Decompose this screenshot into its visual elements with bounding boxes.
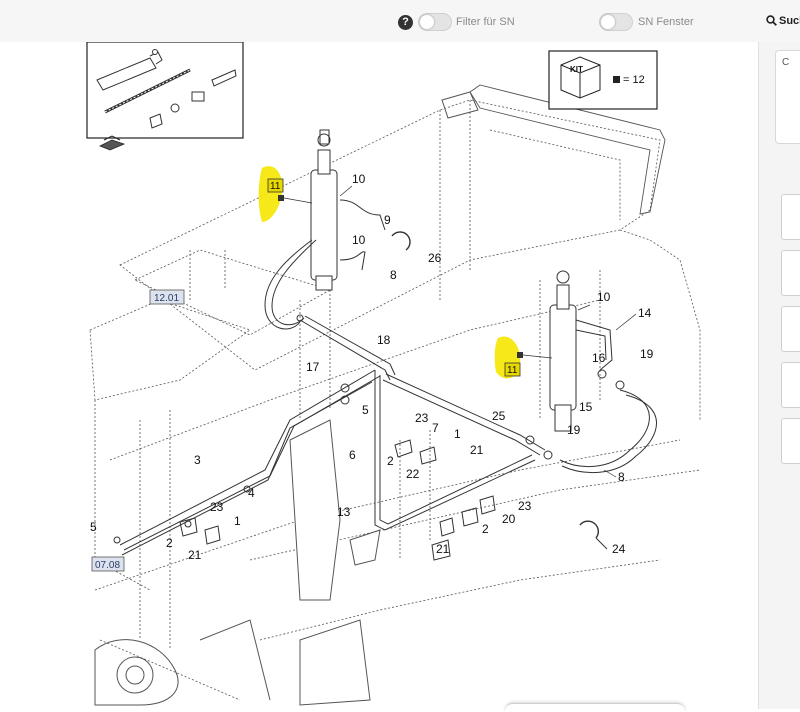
bottom-panel-edge <box>505 703 685 712</box>
svg-text:19: 19 <box>567 423 581 437</box>
reference-label[interactable]: 07.08 <box>95 560 120 571</box>
svg-text:25: 25 <box>492 409 506 423</box>
info-card[interactable]: C <box>775 50 800 144</box>
svg-text:23: 23 <box>210 500 224 514</box>
side-item[interactable] <box>781 250 800 296</box>
svg-text:17: 17 <box>306 360 320 374</box>
svg-text:10: 10 <box>352 172 366 186</box>
parts-diagram[interactable]: 11 11 10 9 10 8 26 18 17 5 23 7 1 21 2 2… <box>0 42 758 709</box>
search-icon <box>766 15 777 26</box>
svg-text:21: 21 <box>470 443 484 457</box>
svg-text:18: 18 <box>377 333 391 347</box>
kit-title: KIT <box>570 65 583 74</box>
svg-text:21: 21 <box>188 548 202 562</box>
svg-text:10: 10 <box>352 233 366 247</box>
search-label: Such <box>779 15 800 27</box>
svg-text:16: 16 <box>592 351 606 365</box>
filter-sn-label: Filter für SN <box>456 16 515 28</box>
card-label: C <box>782 57 790 68</box>
search-button[interactable]: Such <box>766 15 800 27</box>
svg-text:5: 5 <box>362 403 369 417</box>
svg-text:3: 3 <box>194 453 201 467</box>
svg-text:8: 8 <box>390 268 397 282</box>
kit-legend: KIT = 12 <box>548 50 658 110</box>
parts-inset <box>86 42 244 151</box>
right-panel: C <box>758 42 800 709</box>
toggle-knob <box>601 15 615 29</box>
toggle-knob <box>420 15 434 29</box>
help-icon[interactable]: ? <box>398 15 413 30</box>
svg-text:26: 26 <box>428 251 442 265</box>
reference-label[interactable]: 12.01 <box>154 293 179 304</box>
svg-text:19: 19 <box>640 347 654 361</box>
svg-text:22: 22 <box>406 467 420 481</box>
svg-text:6: 6 <box>349 448 356 462</box>
side-item[interactable] <box>781 362 800 408</box>
svg-text:1: 1 <box>234 514 241 528</box>
svg-text:15: 15 <box>579 400 593 414</box>
svg-text:21: 21 <box>436 542 450 556</box>
svg-text:8: 8 <box>618 470 625 484</box>
svg-text:23: 23 <box>518 499 532 513</box>
highlight-label[interactable]: 11 <box>270 181 281 192</box>
kit-count: = 12 <box>623 74 645 86</box>
side-item[interactable] <box>781 418 800 464</box>
svg-text:1: 1 <box>454 427 461 441</box>
side-item[interactable] <box>781 194 800 240</box>
top-toolbar: ? Filter für SN SN Fenster Such <box>0 0 800 43</box>
svg-text:5: 5 <box>90 520 97 534</box>
svg-text:10: 10 <box>597 290 611 304</box>
filter-sn-toggle[interactable] <box>418 13 452 31</box>
svg-text:9: 9 <box>384 213 391 227</box>
svg-text:7: 7 <box>432 421 439 435</box>
svg-text:4: 4 <box>248 486 255 500</box>
svg-text:13: 13 <box>337 505 351 519</box>
svg-text:14: 14 <box>638 306 652 320</box>
svg-text:2: 2 <box>166 536 173 550</box>
svg-text:2: 2 <box>482 522 489 536</box>
svg-text:23: 23 <box>415 411 429 425</box>
highlight-label[interactable]: 11 <box>507 365 518 376</box>
side-item[interactable] <box>781 306 800 352</box>
sn-window-label: SN Fenster <box>638 16 694 28</box>
svg-text:20: 20 <box>502 512 516 526</box>
svg-text:2: 2 <box>387 454 394 468</box>
sn-window-toggle[interactable] <box>599 13 633 31</box>
svg-text:24: 24 <box>612 542 626 556</box>
